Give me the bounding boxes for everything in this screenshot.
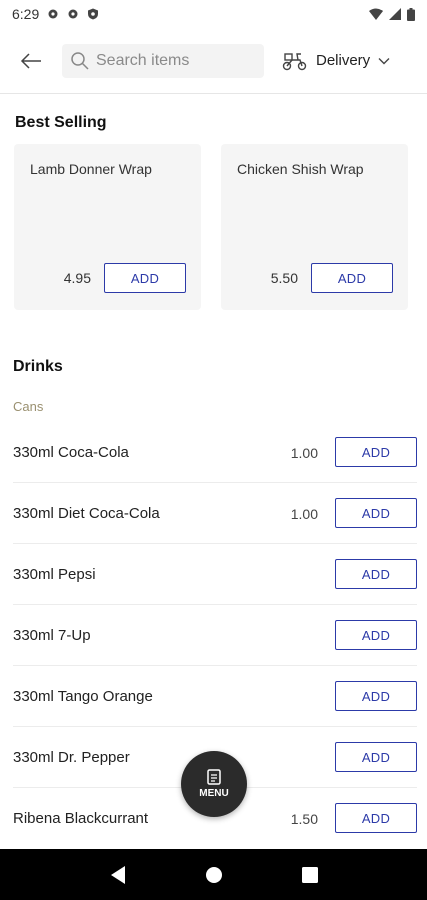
item-name: Lamb Donner Wrap [30,161,152,177]
item-name: 330ml Diet Coca-Cola [13,505,160,522]
list-item[interactable]: 330ml Diet Coca-Cola 1.00 ADD [13,483,417,544]
drinks-title: Drinks [13,358,63,375]
add-button[interactable]: ADD [104,263,186,293]
list-item[interactable]: 330ml Pepsi ADD [13,544,417,605]
add-button[interactable]: ADD [335,498,417,528]
item-price: 1.50 [290,811,318,827]
best-selling-card[interactable]: Chicken Shish Wrap 5.50 ADD [221,144,408,310]
item-price: 5.50 [270,270,298,286]
status-right [369,7,415,21]
menu-document-icon [207,769,221,785]
item-price: 1.00 [290,445,318,461]
item-name: 330ml Pepsi [13,566,96,583]
list-item[interactable]: 330ml 7-Up ADD [13,605,417,666]
status-left: 6:29 [12,6,99,22]
best-selling-card[interactable]: Lamb Donner Wrap 4.95 ADD [14,144,201,310]
menu-fab[interactable]: MENU [181,751,247,817]
add-button[interactable]: ADD [335,437,417,467]
add-button[interactable]: ADD [311,263,393,293]
nav-home-icon[interactable] [205,866,223,884]
list-item[interactable]: 330ml Tango Orange ADD [13,666,417,727]
settings-icon [68,9,78,19]
item-name: Chicken Shish Wrap [237,161,364,177]
add-button[interactable]: ADD [335,559,417,589]
battery-icon [407,7,415,21]
add-button[interactable]: ADD [335,803,417,833]
system-nav-bar [0,849,427,900]
menu-content: Best Selling Lamb Donner Wrap 4.95 ADD C… [0,95,427,849]
subcategory-label: Cans [13,399,44,414]
add-button[interactable]: ADD [335,620,417,650]
nav-back-icon[interactable] [109,865,127,885]
best-selling-title: Best Selling [15,114,107,131]
wifi-icon [369,8,383,20]
status-time: 6:29 [12,6,40,22]
item-name: 330ml 7-Up [13,627,91,644]
menu-fab-label: MENU [199,788,229,799]
chevron-down-icon [378,57,390,64]
status-bar: 6:29 [0,0,427,28]
item-name: 330ml Coca-Cola [13,444,129,461]
delivery-selector[interactable]: Delivery [282,51,390,71]
item-price: 1.00 [290,506,318,522]
delivery-scooter-icon [282,52,307,70]
settings-icon [48,9,58,19]
shield-icon [88,8,99,20]
back-arrow-icon [20,52,41,69]
nav-recents-icon[interactable] [301,866,318,883]
item-name: 330ml Tango Orange [13,688,153,705]
top-app-bar: Delivery [0,28,427,94]
back-button[interactable] [0,28,62,94]
delivery-label: Delivery [316,52,371,69]
search-input[interactable] [96,51,256,70]
item-price: 4.95 [63,270,91,286]
item-name: Ribena Blackcurrant [13,810,149,827]
search-icon [71,51,89,70]
search-bar[interactable] [62,43,264,78]
list-item[interactable]: 330ml Coca-Cola 1.00 ADD [13,422,417,483]
add-button[interactable]: ADD [335,742,417,772]
item-name: 330ml Dr. Pepper [13,749,130,766]
add-button[interactable]: ADD [335,681,417,711]
signal-icon [389,8,401,20]
